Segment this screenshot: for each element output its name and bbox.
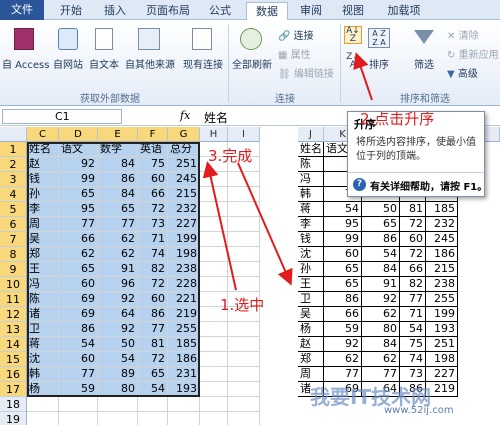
excel-window: 文件 开始 插入 页面布局 公式 数据 审阅 视图 加载项 自 Access 自… <box>0 0 500 425</box>
annotation-step3: 3.完成 <box>208 147 253 165</box>
annotation-step2: 2.点击升序 <box>360 110 435 128</box>
watermark-url: www.52ij.com <box>384 405 454 416</box>
annotation-arrows <box>202 52 373 291</box>
annotation-step1: 1.选中 <box>220 296 265 314</box>
arrow-to-selection <box>202 161 237 291</box>
arrow-to-sort-ascending <box>353 52 373 101</box>
arrow-to-result <box>237 162 293 286</box>
